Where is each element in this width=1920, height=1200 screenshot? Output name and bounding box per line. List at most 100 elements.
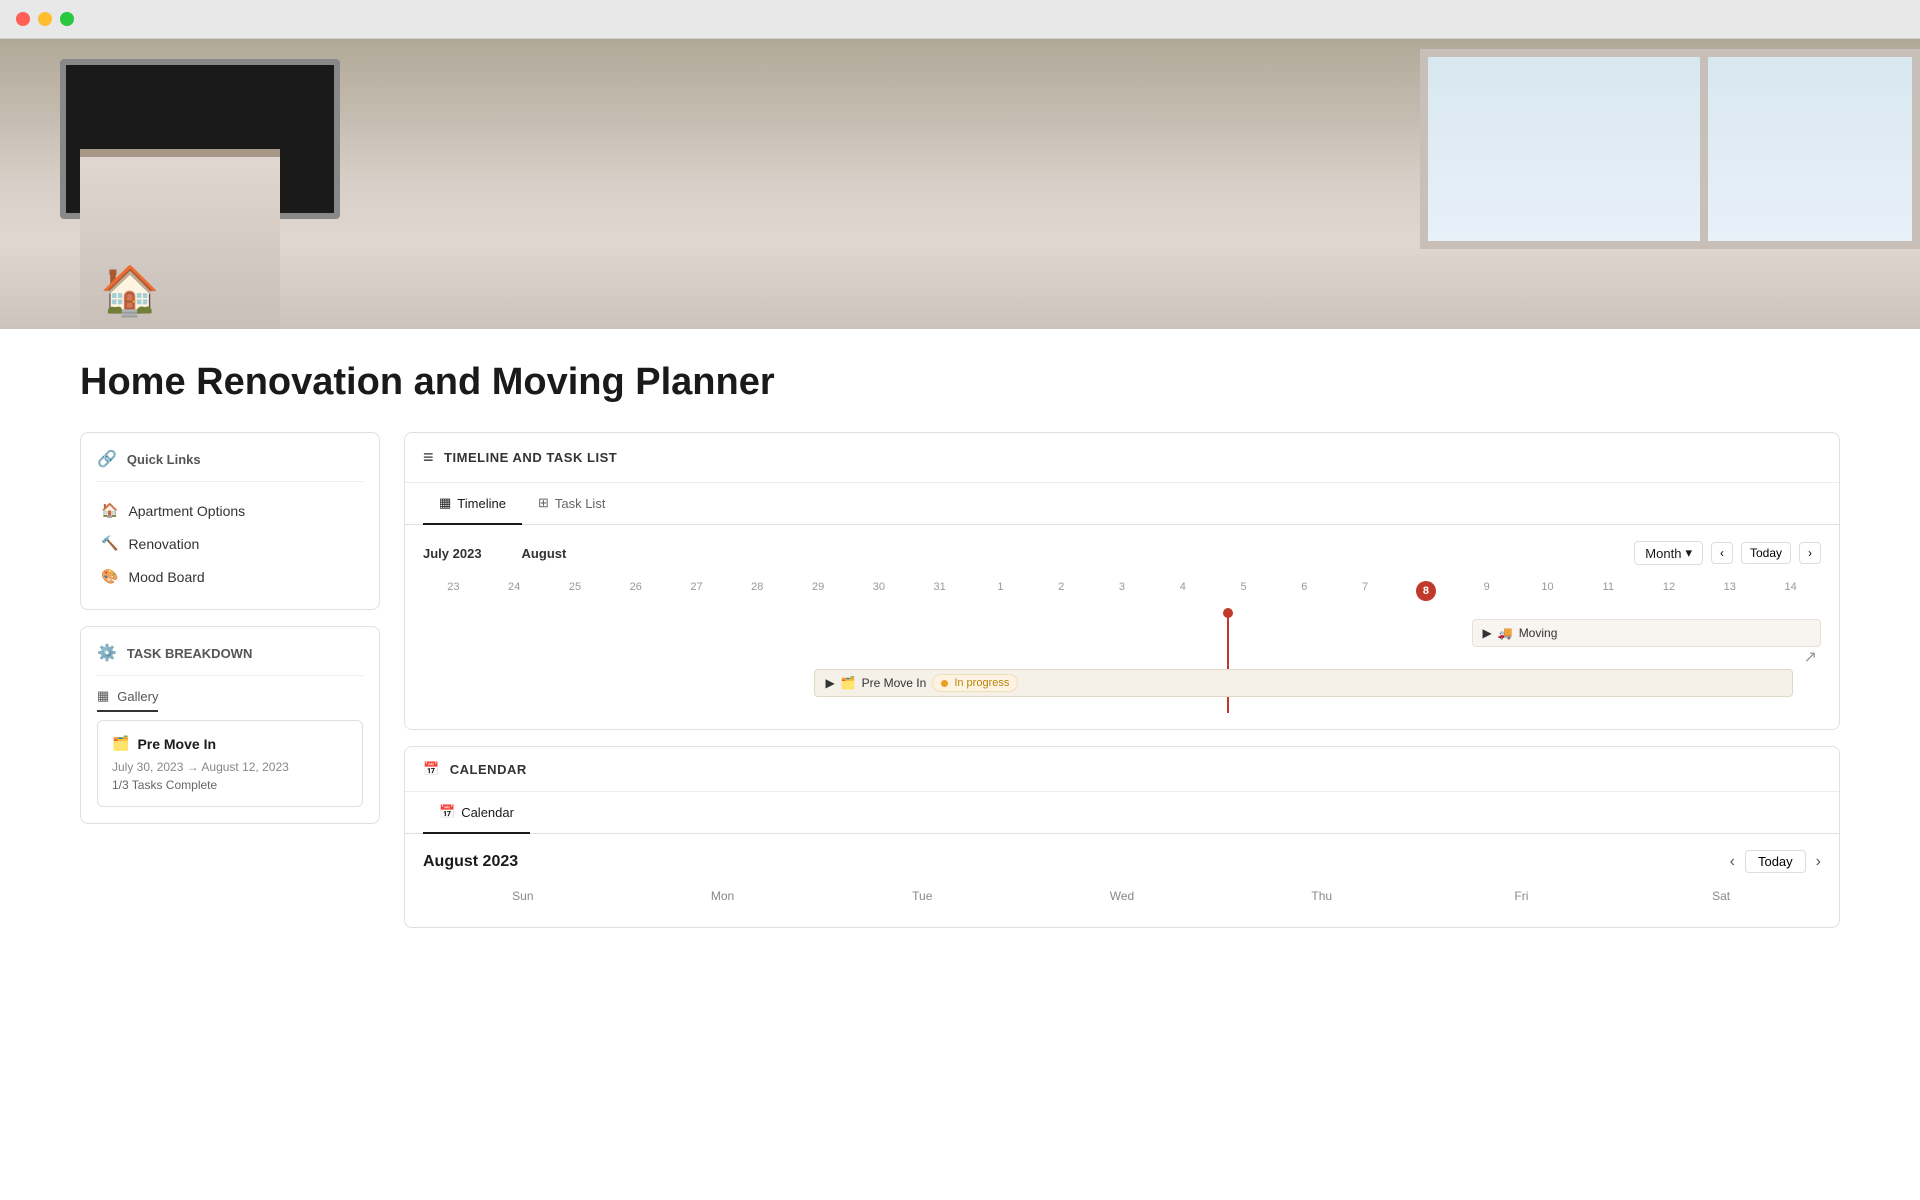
hero-window-2 — [1700, 49, 1920, 249]
month-selector[interactable]: Month ▾ — [1634, 541, 1703, 565]
timeline-panel: ≡ TIMELINE AND TASK LIST ▦ Timeline ⊞ Ta… — [404, 432, 1840, 730]
month-august: August — [522, 546, 567, 561]
month-july: July 2023 — [423, 546, 482, 561]
date-6: 6 — [1274, 577, 1335, 605]
timeline-tab-icon: ▦ — [439, 495, 451, 511]
task-breakdown-label: TASK BREAKDOWN — [127, 646, 252, 661]
calendar-header-icon: 📅 — [423, 761, 440, 777]
date-7: 7 — [1335, 577, 1396, 605]
traffic-light-yellow[interactable] — [38, 12, 52, 26]
calendar-month-title: August 2023 — [423, 853, 518, 871]
moving-task-row: ▶ 🚚 Moving — [423, 613, 1821, 653]
date-3: 3 — [1092, 577, 1153, 605]
sidebar-item-apartment[interactable]: 🏠 Apartment Options — [97, 494, 363, 527]
gallery-text: Gallery — [117, 689, 158, 704]
date-row: 23 24 25 26 27 28 29 30 31 1 2 3 4 5 — [423, 577, 1821, 605]
date-30: 30 — [848, 577, 909, 605]
hero-image: 🏠 — [0, 39, 1920, 329]
date-14: 14 — [1760, 577, 1821, 605]
date-1: 1 — [970, 577, 1031, 605]
timeline-next-btn[interactable]: › — [1799, 542, 1821, 564]
sidebar-item-renovation[interactable]: 🔨 Renovation — [97, 527, 363, 560]
sidebar: 🔗 Quick Links 🏠 Apartment Options 🔨 Reno… — [80, 432, 380, 928]
status-badge: In progress — [932, 674, 1018, 692]
date-23: 23 — [423, 577, 484, 605]
main-grid: 🔗 Quick Links 🏠 Apartment Options 🔨 Reno… — [80, 432, 1840, 928]
date-28: 28 — [727, 577, 788, 605]
moodboard-icon: 🎨 — [101, 568, 118, 585]
date-13: 13 — [1699, 577, 1760, 605]
calendar-tab-label: Calendar — [461, 805, 514, 820]
timeline-tabs: ▦ Timeline ⊞ Task List — [405, 483, 1839, 525]
premovein-task-label: Pre Move In — [862, 676, 927, 690]
tab-calendar[interactable]: 📅 Calendar — [423, 792, 530, 834]
timeline-tab-label: Timeline — [457, 496, 506, 511]
calendar-panel: 📅 CALENDAR 📅 Calendar August 2023 ‹ — [404, 746, 1840, 928]
quick-links-header: 🔗 Quick Links — [97, 449, 363, 482]
timeline-header-icon: ≡ — [423, 447, 434, 468]
premovein-task-bar[interactable]: ▶ 🗂️ Pre Move In In progress — [814, 669, 1793, 697]
calendar-day-labels: Sun Mon Tue Wed Thu Fri Sat — [423, 885, 1821, 907]
page-title: Home Renovation and Moving Planner — [80, 361, 1840, 404]
timeline-months: July 2023 August — [423, 546, 566, 561]
gallery-icon: ▦ — [97, 688, 109, 704]
day-fri: Fri — [1422, 885, 1622, 907]
timeline-panel-header: ≡ TIMELINE AND TASK LIST — [405, 433, 1839, 483]
hero-window-1 — [1420, 49, 1720, 249]
task-card-progress: 1/3 Tasks Complete — [112, 778, 348, 792]
month-selector-label: Month — [1645, 546, 1681, 561]
apartment-label: Apartment Options — [128, 503, 245, 519]
date-4: 4 — [1152, 577, 1213, 605]
sidebar-item-moodboard[interactable]: 🎨 Mood Board — [97, 560, 363, 593]
timeline-controls: July 2023 August Month ▾ ‹ Today › — [423, 541, 1821, 565]
date-26: 26 — [605, 577, 666, 605]
calendar-header: August 2023 ‹ Today › — [423, 850, 1821, 873]
renovation-label: Renovation — [128, 536, 199, 552]
traffic-light-red[interactable] — [16, 12, 30, 26]
moving-task-icon: 🚚 — [1498, 626, 1513, 640]
timeline-header-label: TIMELINE AND TASK LIST — [444, 450, 617, 465]
task-card-title: 🗂️ Pre Move In — [112, 735, 348, 752]
date-2: 2 — [1031, 577, 1092, 605]
date-29: 29 — [788, 577, 849, 605]
timeline-prev-btn[interactable]: ‹ — [1711, 542, 1733, 564]
calendar-tab-icon: 📅 — [439, 804, 455, 820]
calendar-nav: ‹ Today › — [1730, 850, 1821, 873]
task-card-date: July 30, 2023 → August 12, 2023 — [112, 760, 348, 774]
date-12: 12 — [1639, 577, 1700, 605]
chevron-down-icon: ▾ — [1685, 545, 1692, 561]
premovein-task-icon: 🗂️ — [841, 676, 856, 690]
day-wed: Wed — [1022, 885, 1222, 907]
calendar-today-btn[interactable]: Today — [1745, 850, 1806, 873]
calendar-next-btn[interactable]: › — [1816, 853, 1821, 871]
task-list-tab-label: Task List — [555, 496, 606, 511]
today-dot: 8 — [1416, 581, 1436, 601]
traffic-light-green[interactable] — [60, 12, 74, 26]
calendar-tabs: 📅 Calendar — [405, 792, 1839, 834]
premovein-expand-icon: ▶ — [825, 676, 834, 690]
task-card-title-text: Pre Move In — [137, 736, 216, 752]
home-icon: 🏠 — [100, 262, 160, 319]
day-sat: Sat — [1621, 885, 1821, 907]
date-9: 9 — [1456, 577, 1517, 605]
tab-task-list[interactable]: ⊞ Task List — [522, 483, 621, 525]
task-breakdown-icon: ⚙️ — [97, 643, 117, 663]
tab-timeline[interactable]: ▦ Timeline — [423, 483, 522, 525]
expand-icon: ▶ — [1483, 626, 1492, 640]
moving-task-bar[interactable]: ▶ 🚚 Moving — [1472, 619, 1822, 647]
calendar-prev-btn[interactable]: ‹ — [1730, 853, 1735, 871]
date-10: 10 — [1517, 577, 1578, 605]
day-mon: Mon — [623, 885, 823, 907]
gallery-label[interactable]: ▦ Gallery — [97, 688, 158, 712]
day-tue: Tue — [822, 885, 1022, 907]
browser-chrome — [0, 0, 1920, 39]
apartment-icon: 🏠 — [101, 502, 118, 519]
timeline-grid: ▶ 🚚 Moving ↗ ▶ 🗂️ Pre — [423, 613, 1821, 713]
today-button[interactable]: Today — [1741, 542, 1791, 564]
calendar-panel-header: 📅 CALENDAR — [405, 747, 1839, 792]
date-8-today: 8 — [1396, 577, 1457, 605]
calendar-header-label: CALENDAR — [450, 762, 527, 777]
date-11: 11 — [1578, 577, 1639, 605]
status-dot — [941, 680, 948, 687]
day-thu: Thu — [1222, 885, 1422, 907]
